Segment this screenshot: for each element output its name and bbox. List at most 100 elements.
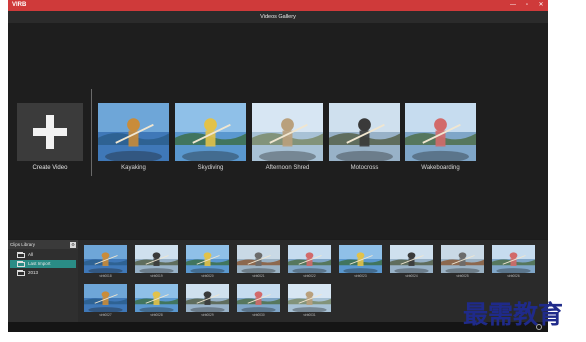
clip-thumbnail [84,245,127,273]
clip-label: virb0021 [252,274,265,278]
clip-thumbnail [441,245,484,273]
clip-label: virb0026 [507,274,520,278]
minimize-button[interactable]: — [506,0,520,11]
clip-thumbnail [390,245,433,273]
clip-thumbnail [288,245,331,273]
maximize-button[interactable]: ▫ [520,0,534,11]
video-tile-wakeboarding[interactable] [405,103,476,161]
clip-item[interactable]: virb0027 [84,284,127,317]
virb-app-window: VIRB — ▫ ✕ Videos Gallery Create Video K… [8,0,548,332]
clip-item[interactable]: virb0021 [237,245,280,278]
video-thumbnail [405,103,476,161]
library-folder-all[interactable]: All [10,251,76,259]
create-video-label: Create Video [32,165,68,171]
settings-icon[interactable]: ⚙ [70,241,76,248]
clips-library-header: Clips Library ⚙ [8,240,78,249]
clip-thumbnail [84,284,127,312]
clip-item[interactable]: virb0028 [135,284,178,317]
watermark-text: 最需教育 [463,300,563,329]
clip-thumbnail-image [135,245,178,273]
plus-icon-bar [33,128,67,136]
clip-thumbnail [339,245,382,273]
clip-thumbnail-image [135,284,178,312]
clip-label: virb0020 [201,274,214,278]
clip-thumbnail-image [237,284,280,312]
folder-label: 2013 [28,270,39,275]
videos-gallery: Create Video Kayaking Skydiving Afternoo… [8,23,548,239]
clip-item[interactable]: virb0030 [237,284,280,317]
video-title: Skydiving [197,165,224,171]
video-thumbnail [329,103,400,161]
clip-item[interactable]: virb0020 [186,245,229,278]
clips-library-title: Clips Library [10,242,36,247]
video-title: Motocross [350,165,379,171]
clip-thumbnail [492,245,535,273]
clip-label: virb0025 [456,274,469,278]
clip-thumbnail [237,245,280,273]
clip-item[interactable]: virb0018 [84,245,127,278]
watermark: 最需教育 [463,296,581,332]
clip-label: virb0022 [303,274,316,278]
clip-label: virb0018 [99,274,112,278]
clip-thumbnail-image [186,245,229,273]
clip-thumbnail [135,245,178,273]
clip-label: virb0030 [252,313,265,317]
clip-thumbnail [237,284,280,312]
clip-label: virb0028 [150,313,163,317]
folder-icon [17,251,25,258]
folder-label: Last Import [28,261,51,266]
clip-item[interactable]: virb0025 [441,245,484,278]
video-title: Kayaking [121,165,146,171]
clip-label: virb0024 [405,274,418,278]
clip-label: virb0023 [354,274,367,278]
video-tile-motocross[interactable] [329,103,400,161]
video-tile-afternoon-shred[interactable] [252,103,323,161]
video-thumbnail [175,103,246,161]
clip-item[interactable]: virb0026 [492,245,535,278]
clip-item[interactable]: virb0024 [390,245,433,278]
clip-label: virb0031 [303,313,316,317]
clip-thumbnail-image [84,245,127,273]
clip-thumbnail-image [237,245,280,273]
clip-label: virb0029 [201,313,214,317]
close-button[interactable]: ✕ [534,0,548,11]
video-title: Afternoon Shred [265,165,310,171]
create-video-button[interactable] [17,103,83,161]
clip-thumbnail-image [492,245,535,273]
folder-icon [17,260,25,267]
clip-thumbnail-image [84,284,127,312]
clip-thumbnail [288,284,331,312]
folder-icon [17,269,25,276]
library-folder-last-import[interactable]: Last Import [10,260,76,268]
clip-item[interactable]: virb0023 [339,245,382,278]
app-name: VIRB [12,2,27,8]
clip-label: virb0019 [150,274,163,278]
clip-item[interactable]: virb0022 [288,245,331,278]
clip-thumbnail [135,284,178,312]
library-folder-2013[interactable]: 2013 [10,269,76,277]
clip-thumbnail-image [288,284,331,312]
gallery-divider [91,89,92,176]
clip-thumbnail [186,284,229,312]
video-tile-skydiving[interactable] [175,103,246,161]
title-bar: VIRB — ▫ ✕ [8,0,548,11]
clip-thumbnail-image [390,245,433,273]
page-title: Videos Gallery [8,11,548,23]
video-title: Wakeboarding [421,165,460,171]
clip-label: virb0027 [99,313,112,317]
video-tile-kayaking[interactable] [98,103,169,161]
clips-library-sidebar: Clips Library ⚙ All Last Import 2013 [8,240,78,322]
clip-thumbnail-image [288,245,331,273]
video-thumbnail [98,103,169,161]
folder-label: All [28,252,34,257]
clip-thumbnail-image [441,245,484,273]
window-controls: — ▫ ✕ [506,0,548,11]
clip-item[interactable]: virb0029 [186,284,229,317]
watermark-text-svg: 最需教育 [463,300,563,329]
video-thumbnail [252,103,323,161]
clip-thumbnail-image [339,245,382,273]
clip-item[interactable]: virb0019 [135,245,178,278]
clip-thumbnail [186,245,229,273]
clip-thumbnail-image [186,284,229,312]
clip-item[interactable]: virb0031 [288,284,331,317]
